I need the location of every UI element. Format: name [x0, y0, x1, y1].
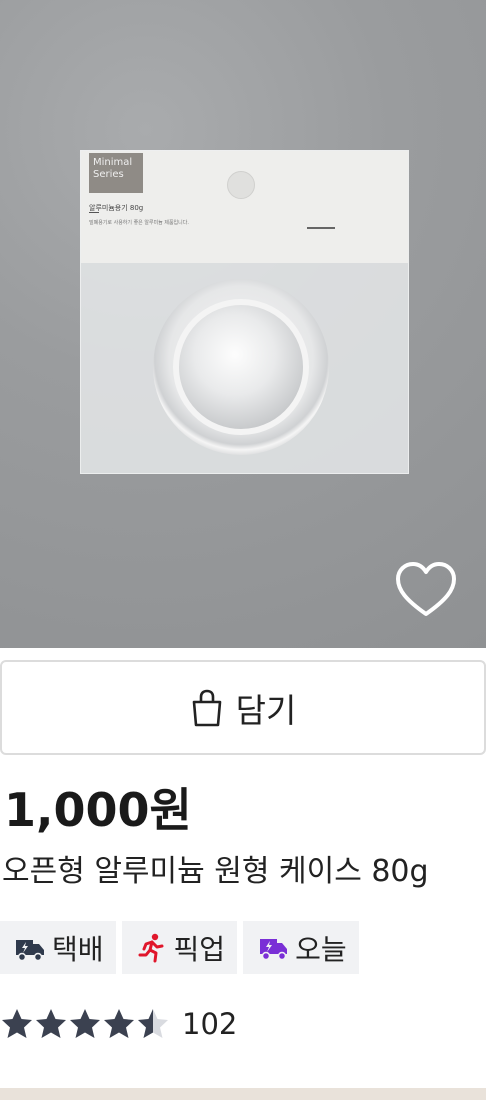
aluminum-tin [153, 279, 329, 455]
package-brand-line2: Series [93, 169, 124, 180]
star-icon [104, 1009, 134, 1038]
review-count: 102 [182, 1007, 238, 1041]
product-package: Minimal Series 알루미늄용기 80g 밀폐용기로 사용하기 좋은 … [80, 150, 409, 474]
badge-today: 오늘 [243, 921, 359, 974]
badge-delivery: 택배 [0, 921, 116, 974]
heart-outline-icon[interactable] [394, 560, 458, 620]
package-brand-line1: Minimal [93, 157, 133, 168]
package-hang-hole [227, 171, 255, 199]
running-person-icon [138, 933, 164, 962]
badge-delivery-label: 택배 [52, 932, 104, 966]
next-section-edge [0, 1088, 486, 1100]
product-name[interactable]: 오픈형 알루미늄 원형 케이스 80g [2, 852, 429, 892]
badge-pickup-label: 픽업 [173, 932, 226, 966]
package-divider [89, 212, 99, 213]
package-subtext: 밀폐용기로 사용하기 좋은 알루미늄 제품입니다. [89, 220, 189, 226]
add-to-cart-button[interactable]: 담기 [0, 660, 486, 755]
shopping-bag-icon [192, 689, 221, 726]
delivery-badges: 택배 픽업 오늘 [0, 921, 359, 974]
add-to-cart-label: 담기 [235, 690, 297, 730]
truck-icon [16, 939, 44, 961]
star-icon [2, 1009, 32, 1038]
product-price: 1,000원 [4, 783, 192, 837]
badge-today-label: 오늘 [295, 932, 347, 966]
badge-pickup: 픽업 [121, 921, 238, 974]
rating[interactable]: 102 [0, 1002, 237, 1046]
star-icon [70, 1009, 100, 1038]
product-image[interactable]: Minimal Series 알루미늄용기 80g 밀폐용기로 사용하기 좋은 … [0, 0, 486, 648]
half-star-icon [138, 1009, 168, 1038]
package-brand-box: Minimal Series [89, 153, 143, 193]
package-card: Minimal Series 알루미늄용기 80g 밀폐용기로 사용하기 좋은 … [81, 151, 408, 263]
package-slit [307, 227, 335, 229]
star-icon [36, 1009, 66, 1038]
tin-window [173, 299, 309, 435]
fast-delivery-icon [260, 938, 288, 960]
